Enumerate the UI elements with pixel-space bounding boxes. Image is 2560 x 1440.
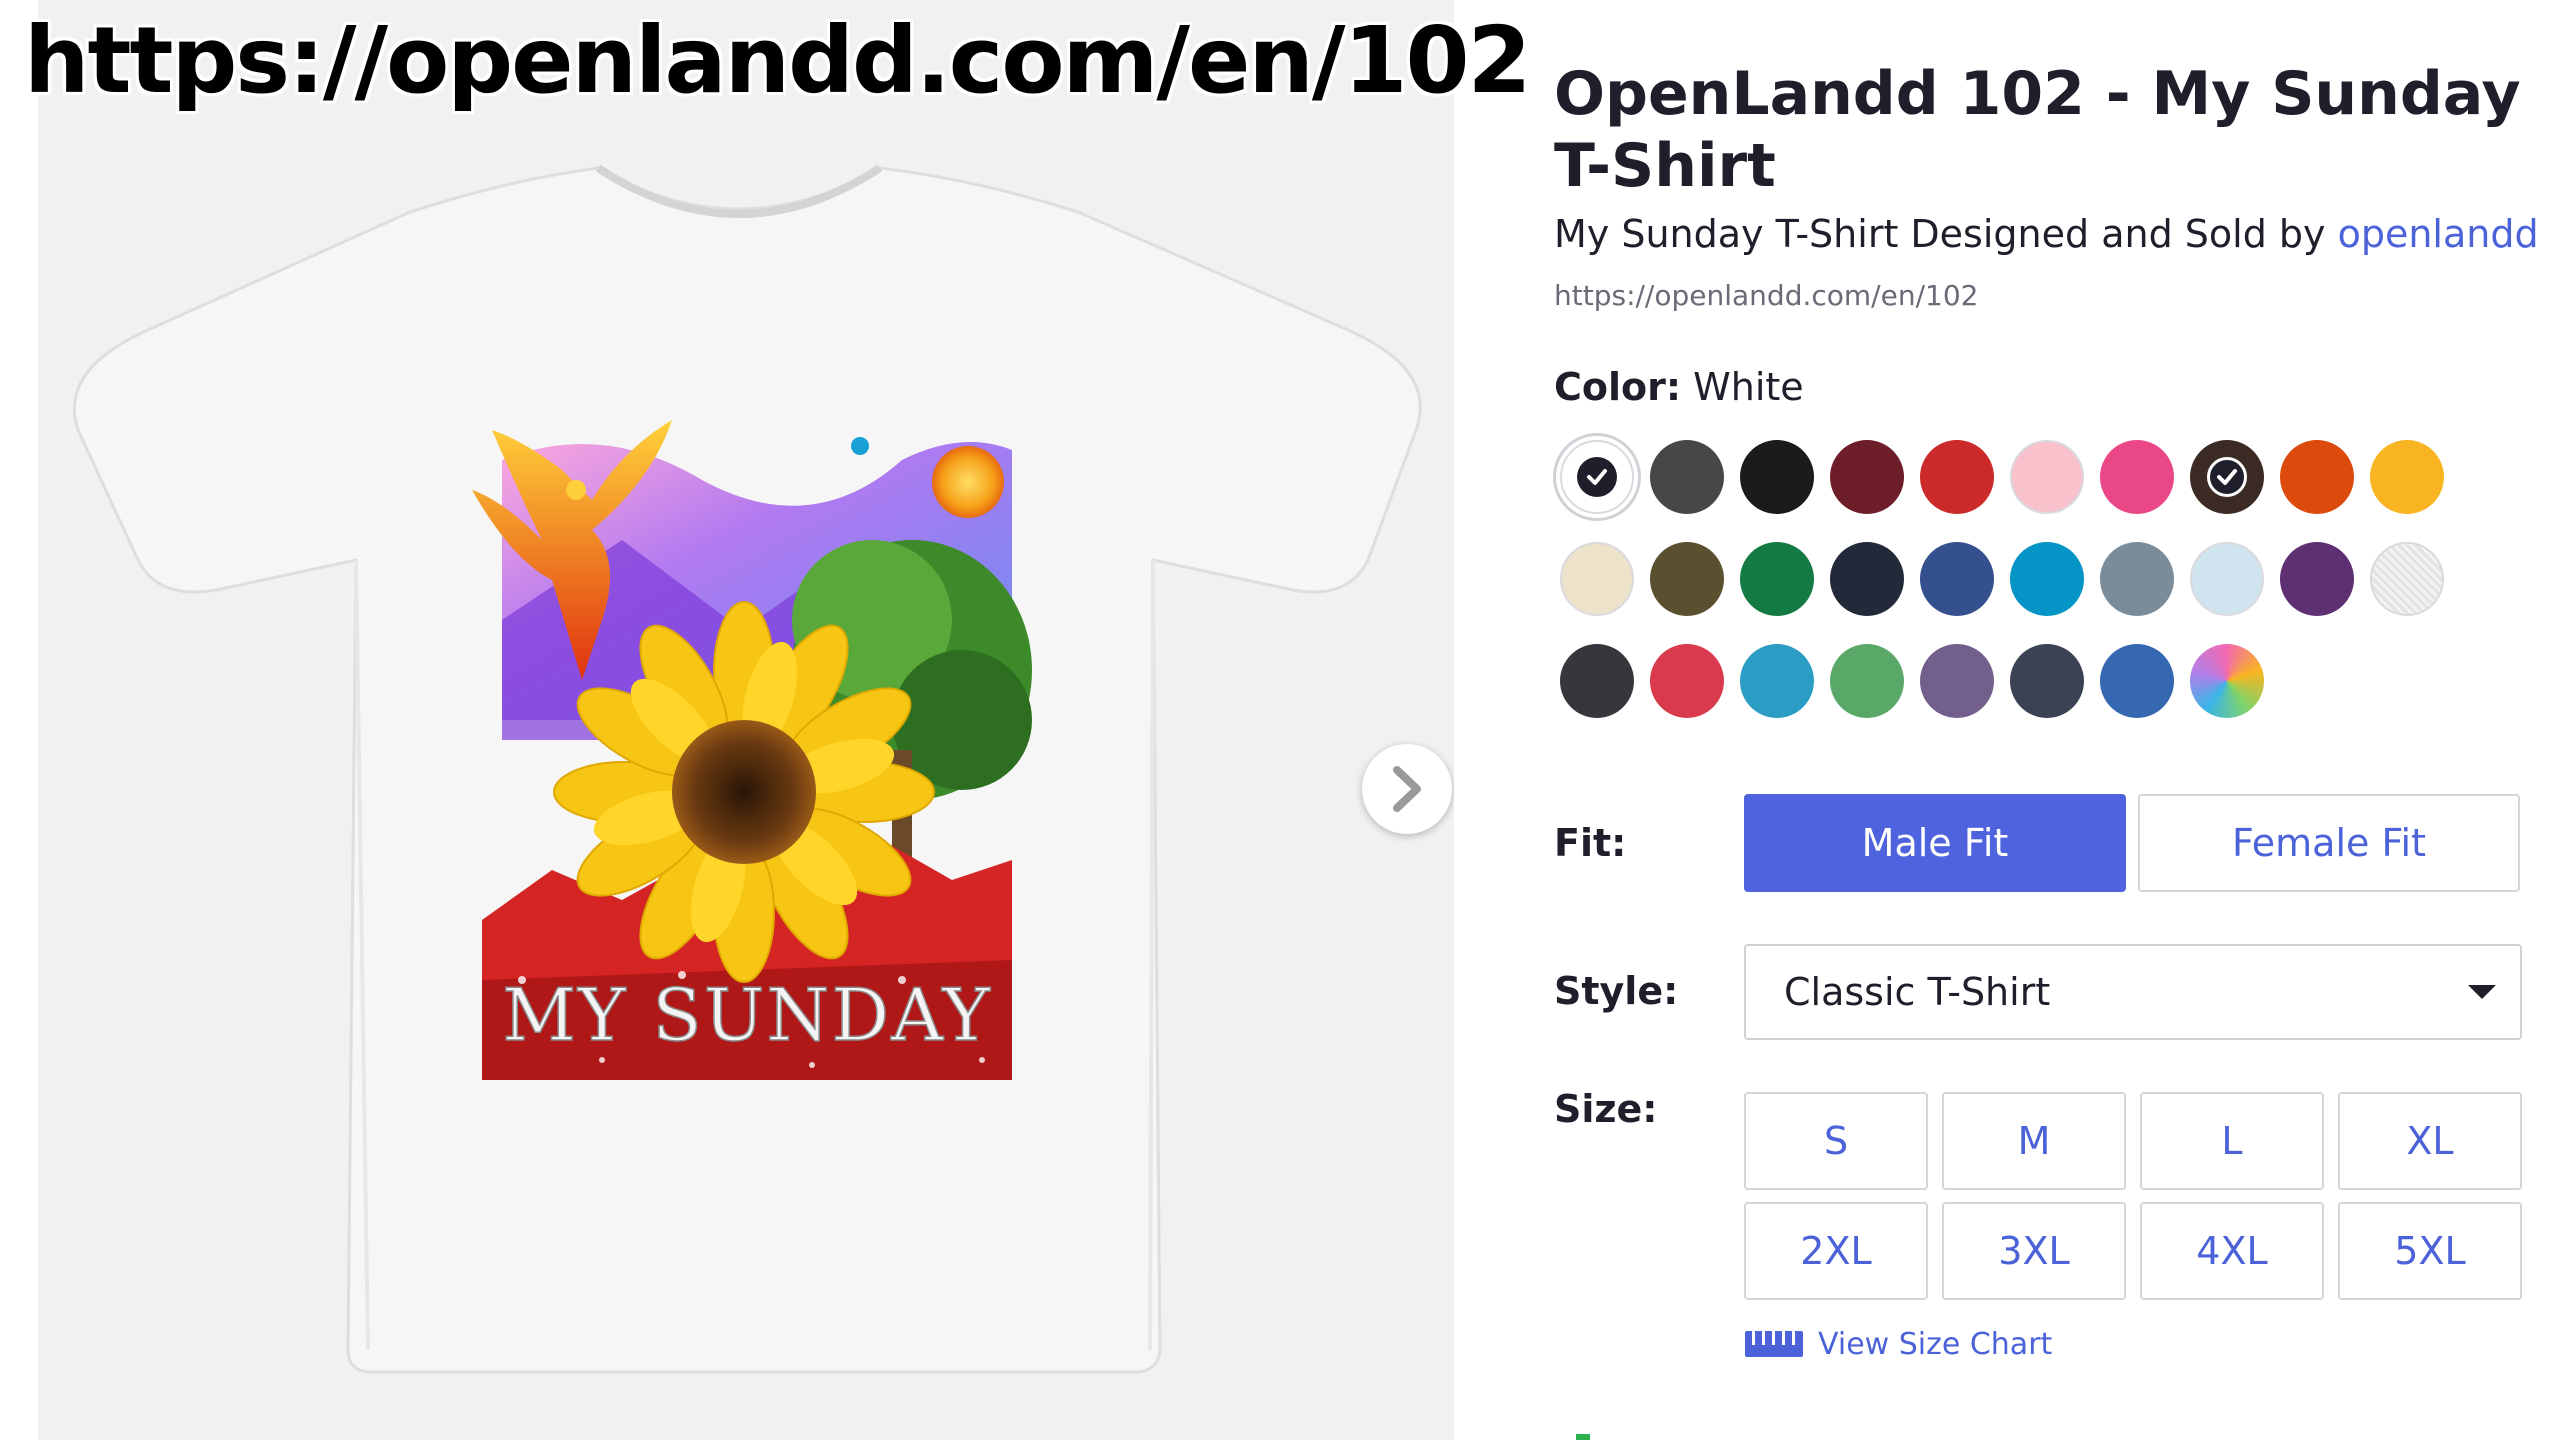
style-label: Style:: [1554, 969, 1679, 1013]
size-button-m[interactable]: M: [1942, 1092, 2126, 1190]
next-image-button[interactable]: [1362, 744, 1452, 834]
color-swatch-orange[interactable]: [2280, 440, 2354, 514]
size-button-3xl[interactable]: 3XL: [1942, 1202, 2126, 1300]
color-swatch-charcoal[interactable]: [1650, 440, 1724, 514]
size-button-l[interactable]: L: [2140, 1092, 2324, 1190]
color-label-title: Color:: [1554, 365, 1682, 409]
color-swatch-black[interactable]: [1740, 440, 1814, 514]
color-swatch-tie-dye[interactable]: [2190, 644, 2264, 718]
check-icon: [1577, 457, 1617, 497]
style-select[interactable]: Classic T-Shirt: [1744, 944, 2522, 1040]
color-swatch-navy[interactable]: [1830, 542, 1904, 616]
url-watermark-overlay: https://openlandd.com/en/102: [23, 6, 1534, 116]
color-swatch-slate[interactable]: [2100, 542, 2174, 616]
product-title: OpenLandd 102 - My Sunday T-Shirt: [1554, 59, 2521, 201]
view-size-chart-link[interactable]: View Size Chart: [1744, 1324, 2052, 1364]
subtitle-text: My Sunday T-Shirt Designed and Sold by: [1554, 212, 2338, 256]
color-swatch-heather-purple[interactable]: [1920, 644, 1994, 718]
selected-color-name: White: [1693, 365, 1804, 409]
size-button-4xl[interactable]: 4XL: [2140, 1202, 2324, 1300]
color-swatch-heather-grey[interactable]: [2370, 542, 2444, 616]
color-swatch-heather-turquoise[interactable]: [1740, 644, 1814, 718]
product-subtitle: My Sunday T-Shirt Designed and Sold by o…: [1554, 206, 2544, 262]
size-chart-label: View Size Chart: [1818, 1326, 2053, 1362]
style-select-value: Classic T-Shirt: [1784, 970, 2051, 1014]
color-swatch-heather-green[interactable]: [1830, 644, 1904, 718]
check-icon: [2207, 457, 2247, 497]
color-swatch-maroon[interactable]: [1830, 440, 1904, 514]
t-shirt-image: MY SUNDAY: [72, 164, 1422, 1374]
color-swatch-gold[interactable]: [2370, 440, 2444, 514]
fit-label: Fit:: [1554, 821, 1627, 865]
color-swatch-light-pink[interactable]: [2010, 440, 2084, 514]
color-swatch-heather-charcoal[interactable]: [1560, 644, 1634, 718]
artwork: MY SUNDAY: [472, 420, 1032, 1080]
color-swatch-royal-blue[interactable]: [1920, 542, 1994, 616]
color-swatch-turquoise[interactable]: [2010, 542, 2084, 616]
color-swatch-heather-red[interactable]: [1650, 644, 1724, 718]
artwork-text: MY SUNDAY: [502, 973, 991, 1057]
male-fit-button[interactable]: Male Fit: [1744, 794, 2126, 892]
size-button-2xl[interactable]: 2XL: [1744, 1202, 1928, 1300]
product-image-panel: MY SUNDAY: [38, 0, 1454, 1440]
color-swatch-white[interactable]: [1560, 440, 1634, 514]
size-button-s[interactable]: S: [1744, 1092, 1928, 1190]
color-label: Color: White: [1554, 362, 1804, 412]
color-swatch-pink[interactable]: [2100, 440, 2174, 514]
size-button-5xl[interactable]: 5XL: [2338, 1202, 2522, 1300]
ruler-icon: [1745, 1331, 1803, 1357]
color-swatch-heather-navy[interactable]: [2010, 644, 2084, 718]
source-url: https://openlandd.com/en/102: [1554, 279, 1979, 312]
color-swatch-olive[interactable]: [1650, 542, 1724, 616]
color-swatch-cream[interactable]: [1560, 542, 1634, 616]
color-swatch-brown[interactable]: [2190, 440, 2264, 514]
status-indicator: [1576, 1434, 1590, 1440]
color-swatch-light-blue[interactable]: [2190, 542, 2264, 616]
seller-link[interactable]: openlandd: [2338, 212, 2539, 256]
color-swatch-red[interactable]: [1920, 440, 1994, 514]
female-fit-button[interactable]: Female Fit: [2138, 794, 2520, 892]
product-info-panel: OpenLandd 102 - My Sunday T-Shirt My Sun…: [1554, 0, 2544, 1440]
color-swatch-purple[interactable]: [2280, 542, 2354, 616]
chevron-right-icon: [1393, 766, 1421, 812]
size-button-xl[interactable]: XL: [2338, 1092, 2522, 1190]
caret-down-icon: [2468, 985, 2496, 999]
color-swatch-kelly-green[interactable]: [1740, 542, 1814, 616]
size-label: Size:: [1554, 1087, 1658, 1131]
color-swatch-heather-royal[interactable]: [2100, 644, 2174, 718]
